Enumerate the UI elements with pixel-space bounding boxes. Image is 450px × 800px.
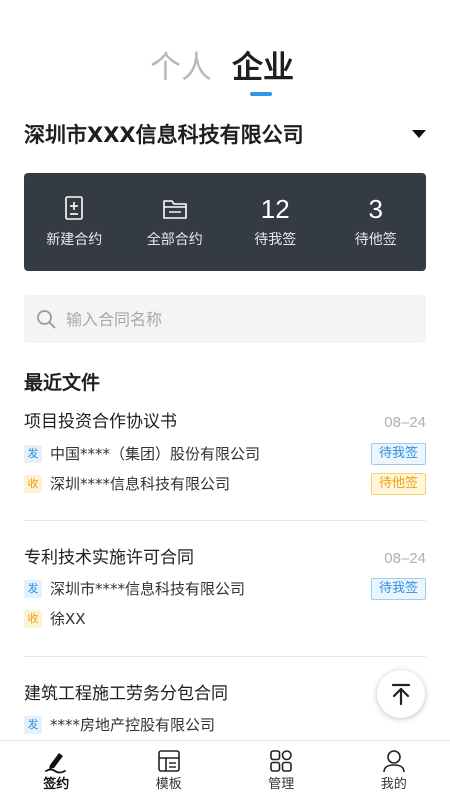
document-date: 08–24 bbox=[384, 414, 426, 431]
list-item[interactable]: 建筑工程施工劳务分包合同 发 ****房地产控股有限公司 bbox=[24, 682, 426, 738]
active-tab-indicator bbox=[250, 92, 272, 96]
sender-tag: 发 bbox=[24, 716, 42, 734]
search-input[interactable] bbox=[66, 295, 406, 343]
document-date: 08–24 bbox=[384, 550, 426, 567]
contract-stats-panel: 新建合约 全部合约 12 待我签 3 待他签 bbox=[24, 173, 426, 271]
party-row: 收 深圳****信息科技有限公司 待他签 bbox=[24, 473, 426, 495]
tab-enterprise[interactable]: 企业 bbox=[232, 48, 294, 88]
sender-tag: 发 bbox=[24, 445, 42, 463]
party-row: 收 徐XX bbox=[24, 608, 426, 630]
document-title: 专利技术实施许可合同 bbox=[24, 548, 194, 568]
party-name: ****房地产控股有限公司 bbox=[50, 716, 216, 734]
list-item[interactable]: 项目投资合作协议书 08–24 发 中国****（集团）股份有限公司 待我签 收… bbox=[24, 410, 426, 502]
grid-icon bbox=[270, 750, 293, 772]
tabbar-item-sign[interactable]: 签约 bbox=[0, 741, 113, 800]
pending-their-sign-button[interactable]: 3 待他签 bbox=[326, 173, 427, 271]
pending-my-sign-button[interactable]: 12 待我签 bbox=[225, 173, 326, 271]
new-contract-label: 新建合约 bbox=[46, 232, 103, 248]
back-to-top-button[interactable] bbox=[377, 670, 425, 718]
party-name: 深圳市****信息科技有限公司 bbox=[50, 580, 246, 598]
status-badge: 待我签 bbox=[370, 443, 426, 465]
tabbar-item-manage[interactable]: 管理 bbox=[225, 741, 338, 800]
new-contract-button[interactable]: 新建合约 bbox=[24, 173, 125, 271]
tabbar-label: 模板 bbox=[155, 777, 182, 792]
list-item[interactable]: 专利技术实施许可合同 08–24 发 深圳市****信息科技有限公司 待我签 收… bbox=[24, 546, 426, 638]
user-icon bbox=[382, 750, 405, 773]
search-icon bbox=[37, 310, 56, 329]
party-name: 深圳****信息科技有限公司 bbox=[50, 475, 231, 493]
caret-down-icon[interactable] bbox=[412, 130, 426, 138]
all-contracts-button[interactable]: 全部合约 bbox=[125, 173, 226, 271]
tabbar-label: 我的 bbox=[380, 777, 407, 792]
receiver-tag: 收 bbox=[24, 475, 42, 493]
all-contracts-label: 全部合约 bbox=[146, 232, 203, 248]
document-title: 建筑工程施工劳务分包合同 bbox=[24, 684, 228, 704]
bottom-tab-bar: 签约 模板 管理 我的 bbox=[0, 740, 450, 800]
account-tabs: 个人 企业 bbox=[0, 48, 450, 98]
party-name: 徐XX bbox=[50, 610, 86, 628]
tabbar-label: 签约 bbox=[43, 777, 70, 792]
status-badge: 待我签 bbox=[370, 578, 426, 600]
new-contract-icon bbox=[65, 196, 84, 220]
recent-files-title: 最近文件 bbox=[24, 372, 101, 394]
tab-personal[interactable]: 个人 bbox=[150, 48, 212, 88]
party-row: 发 深圳市****信息科技有限公司 待我签 bbox=[24, 578, 426, 600]
sender-tag: 发 bbox=[24, 580, 42, 598]
arrow-up-icon bbox=[391, 683, 411, 706]
folder-icon bbox=[162, 200, 187, 219]
tabbar-label: 管理 bbox=[268, 777, 295, 792]
company-selector[interactable]: 深圳市XXX信息科技有限公司 bbox=[24, 118, 428, 154]
sign-pen-icon bbox=[45, 753, 67, 774]
tabbar-item-template[interactable]: 模板 bbox=[113, 741, 226, 800]
receiver-tag: 收 bbox=[24, 610, 42, 628]
document-title: 项目投资合作协议书 bbox=[24, 412, 177, 432]
pending-their-sign-count: 3 bbox=[368, 194, 383, 224]
pending-my-sign-count: 12 bbox=[260, 194, 290, 224]
party-row: 发 中国****（集团）股份有限公司 待我签 bbox=[24, 443, 426, 465]
template-icon bbox=[157, 750, 180, 772]
tabbar-item-me[interactable]: 我的 bbox=[338, 741, 450, 800]
status-badge: 待他签 bbox=[370, 473, 426, 495]
divider bbox=[24, 656, 426, 657]
pending-my-sign-label: 待我签 bbox=[254, 232, 297, 248]
party-row: 发 ****房地产控股有限公司 bbox=[24, 714, 426, 736]
pending-their-sign-label: 待他签 bbox=[354, 232, 397, 248]
party-name: 中国****（集团）股份有限公司 bbox=[50, 445, 261, 463]
company-name: 深圳市XXX信息科技有限公司 bbox=[24, 123, 304, 147]
search-box bbox=[24, 295, 426, 343]
divider bbox=[24, 520, 426, 521]
